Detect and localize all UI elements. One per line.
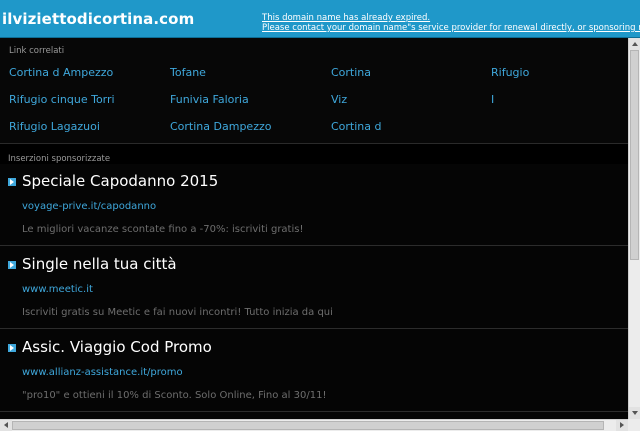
related-link[interactable]: Rifugio cinque Torri	[9, 93, 115, 106]
scroll-left-icon[interactable]	[0, 420, 12, 431]
main-content: Link correlati Cortina d Ampezzo Tofane …	[0, 38, 628, 419]
arrow-right-icon	[8, 261, 16, 269]
sponsored-ad[interactable]: Single nella tua città www.meetic.it Isc…	[0, 247, 628, 329]
related-link[interactable]: Rifugio Lagazuoi	[9, 120, 100, 133]
related-link[interactable]: I	[491, 93, 494, 106]
related-links-heading: Link correlati	[9, 46, 65, 56]
related-link[interactable]: Cortina d	[331, 120, 382, 133]
expired-notice-link[interactable]: This domain name has already expired.	[262, 13, 640, 23]
related-link[interactable]: Funivia Faloria	[170, 93, 249, 106]
related-links-panel: Link correlati Cortina d Ampezzo Tofane …	[0, 38, 628, 144]
ad-description: "pro10" e ottieni il 10% di Sconto. Solo…	[22, 390, 327, 401]
scroll-right-icon[interactable]	[616, 420, 628, 431]
page: ilviziettodicortina.com This domain name…	[0, 0, 640, 431]
sponsored-ad[interactable]: Speciale Capodanno 2015 voyage-prive.it/…	[0, 164, 628, 246]
related-link[interactable]: Cortina Dampezzo	[170, 120, 271, 133]
ad-description: Iscriviti gratis su Meetic e fai nuovi i…	[22, 307, 333, 318]
ad-description: Le migliori vacanze scontate fino a -70%…	[22, 224, 304, 235]
sponsored-heading: Inserzioni sponsorizzate	[8, 154, 111, 164]
related-link[interactable]: Tofane	[170, 66, 206, 79]
ad-url[interactable]: www.allianz-assistance.it/promo	[22, 367, 183, 378]
sponsored-ads-panel: Speciale Capodanno 2015 voyage-prive.it/…	[0, 164, 628, 419]
expired-notice: This domain name has already expired. Pl…	[262, 13, 640, 33]
scrollbar-corner	[628, 419, 640, 431]
vertical-scroll-thumb[interactable]	[630, 50, 639, 260]
domain-title[interactable]: ilviziettodicortina.com	[2, 10, 194, 28]
arrow-right-icon	[8, 178, 16, 186]
vertical-scrollbar[interactable]	[628, 38, 640, 419]
arrow-right-icon	[8, 344, 16, 352]
ad-title[interactable]: Assic. Viaggio Cod Promo	[22, 338, 212, 356]
sponsored-ad[interactable]: Assic. Viaggio Cod Promo www.allianz-ass…	[0, 330, 628, 412]
ad-title[interactable]: Single nella tua città	[22, 255, 177, 273]
ad-url[interactable]: voyage-prive.it/capodanno	[22, 201, 156, 212]
horizontal-scroll-thumb[interactable]	[12, 421, 604, 430]
horizontal-scrollbar[interactable]	[0, 419, 628, 431]
scroll-down-icon[interactable]	[629, 407, 640, 419]
related-link[interactable]: Viz	[331, 93, 347, 106]
scroll-up-icon[interactable]	[629, 38, 640, 50]
related-link[interactable]: Cortina d Ampezzo	[9, 66, 113, 79]
ad-url[interactable]: www.meetic.it	[22, 284, 93, 295]
ad-title[interactable]: Speciale Capodanno 2015	[22, 172, 218, 190]
related-link[interactable]: Cortina	[331, 66, 371, 79]
renewal-contact-link[interactable]: Please contact your domain name"s servic…	[262, 23, 640, 33]
related-link[interactable]: Rifugio	[491, 66, 529, 79]
domain-header: ilviziettodicortina.com This domain name…	[0, 0, 640, 38]
